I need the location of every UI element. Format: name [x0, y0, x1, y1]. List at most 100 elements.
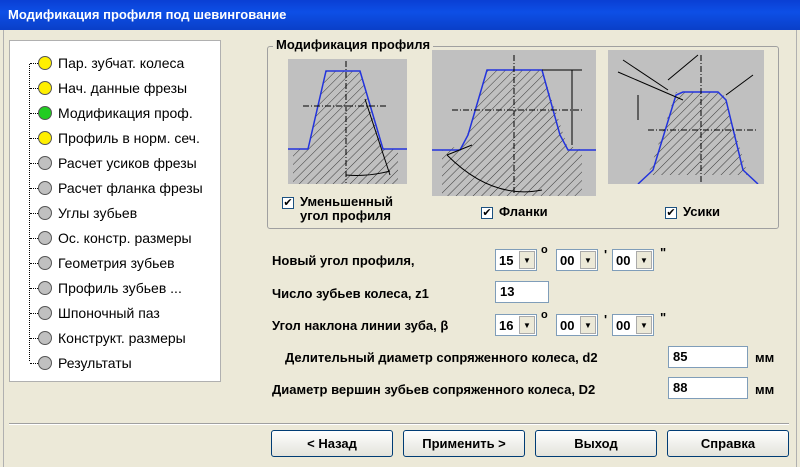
sidebar-item-label: Результаты	[58, 355, 132, 371]
tree-branch-line	[30, 287, 38, 289]
sidebar-item[interactable]: Шпоночный паз	[30, 303, 160, 323]
sidebar-item-label: Ос. констр. размеры	[58, 230, 192, 246]
window-title: Модификация профиля под шевингование	[8, 7, 287, 22]
tree-branch-line	[30, 112, 38, 114]
tree-branch-line	[30, 262, 38, 264]
minute-symbol: '	[604, 312, 608, 327]
group-title: Модификация профиля	[273, 37, 434, 52]
tip-diameter-input[interactable]: 88	[668, 377, 748, 399]
sidebar-item-label: Профиль в норм. сеч.	[58, 130, 200, 146]
status-dot-icon	[38, 81, 52, 95]
footer-separator	[9, 423, 789, 425]
teeth-count-label: Число зубьев колеса, z1	[272, 286, 429, 301]
back-button[interactable]: < Назад	[271, 430, 393, 457]
step-tree: Пар. зубчат. колеса Нач. данные фрезы Моди…	[9, 40, 221, 382]
flanks-diagram	[432, 50, 596, 196]
sidebar-item-label: Профиль зубьев ...	[58, 280, 182, 296]
status-dot-icon	[38, 331, 52, 345]
helix-angle-seconds-select[interactable]: 00 ▼	[612, 314, 654, 336]
sidebar-item[interactable]: Геометрия зубьев	[30, 253, 175, 273]
pitch-diameter-label: Делительный диаметр сопряженного колеса,…	[285, 350, 598, 365]
chevron-down-icon: ▼	[519, 251, 535, 269]
chevron-down-icon: ▼	[580, 251, 596, 269]
sidebar-item-label: Шпоночный паз	[58, 305, 160, 321]
sidebar-item-label: Пар. зубчат. колеса	[58, 55, 185, 71]
checkbox-box: ✔	[665, 207, 677, 219]
sidebar-item[interactable]: Результаты	[30, 353, 132, 373]
checkbox-box: ✔	[282, 197, 294, 209]
tree-branch-line	[30, 212, 38, 214]
chevron-down-icon: ▼	[636, 316, 652, 334]
helix-angle-degrees-select[interactable]: 16 ▼	[495, 314, 537, 336]
help-button[interactable]: Справка	[667, 430, 789, 457]
tree-branch-line	[30, 87, 38, 89]
tree-branch-line	[30, 337, 38, 339]
status-dot-icon	[38, 181, 52, 195]
sidebar-item-label: Нач. данные фрезы	[58, 80, 188, 96]
status-dot-icon	[38, 356, 52, 370]
sidebar-item[interactable]: Углы зубьев	[30, 203, 137, 223]
new-profile-angle-label: Новый угол профиля,	[272, 253, 415, 268]
sidebar-item-label: Модификация проф.	[58, 105, 193, 121]
sidebar-item-label: Конструкт. размеры	[58, 330, 186, 346]
status-dot-icon	[38, 156, 52, 170]
whiskers-label: Усики	[683, 204, 720, 219]
sidebar-item[interactable]: Расчет фланка фрезы	[30, 178, 203, 198]
new-angle-minutes-select[interactable]: 00 ▼	[556, 249, 598, 271]
tree-branch-line	[30, 362, 38, 364]
tree-branch-line	[30, 312, 38, 314]
reduced-angle-checkbox[interactable]: ✔ Уменьшенный угол профиля	[282, 195, 393, 223]
app-window: Модификация профиля под шевингование Пар…	[0, 0, 800, 467]
chevron-down-icon: ▼	[519, 316, 535, 334]
reduced-angle-label-line2: угол профиля	[300, 208, 391, 223]
flanks-label: Фланки	[499, 204, 548, 219]
status-dot-icon	[38, 281, 52, 295]
tree-branch-line	[30, 137, 38, 139]
apply-button[interactable]: Применить >	[403, 430, 525, 457]
degree-symbol: o	[541, 309, 548, 321]
chevron-down-icon: ▼	[636, 251, 652, 269]
sidebar-item[interactable]: Ос. констр. размеры	[30, 228, 192, 248]
sidebar-item[interactable]: Профиль зубьев ...	[30, 278, 182, 298]
new-angle-degrees-select[interactable]: 15 ▼	[495, 249, 537, 271]
sidebar-item-label: Расчет фланка фрезы	[58, 180, 203, 196]
flanks-checkbox[interactable]: ✔ Фланки	[481, 205, 548, 219]
sidebar-item[interactable]: Пар. зубчат. колеса	[30, 53, 184, 73]
sidebar-item[interactable]: Конструкт. размеры	[30, 328, 186, 348]
reduced-angle-label-line1: Уменьшенный	[300, 194, 393, 209]
status-dot-icon	[38, 131, 52, 145]
sidebar-item-label: Геометрия зубьев	[58, 255, 175, 271]
helix-angle-minutes-select[interactable]: 00 ▼	[556, 314, 598, 336]
sidebar-item[interactable]: Профиль в норм. сеч.	[30, 128, 200, 148]
sidebar-item[interactable]: Расчет усиков фрезы	[30, 153, 197, 173]
tree-branch-line	[30, 187, 38, 189]
sidebar-item-label: Углы зубьев	[58, 205, 138, 221]
checkbox-box: ✔	[481, 207, 493, 219]
degree-symbol: o	[541, 244, 548, 256]
status-dot-icon	[38, 206, 52, 220]
exit-button[interactable]: Выход	[535, 430, 657, 457]
second-symbol: "	[660, 245, 667, 260]
sidebar-item-label: Расчет усиков фрезы	[58, 155, 197, 171]
whiskers-diagram	[608, 50, 764, 184]
minute-symbol: '	[604, 247, 608, 262]
tree-branch-line	[30, 62, 38, 64]
sidebar-item[interactable]: Нач. данные фрезы	[30, 78, 187, 98]
tip-diameter-unit: мм	[755, 382, 775, 397]
status-dot-icon	[38, 256, 52, 270]
title-bar: Модификация профиля под шевингование	[0, 0, 800, 30]
chevron-down-icon: ▼	[580, 316, 596, 334]
status-dot-icon	[38, 56, 52, 70]
pitch-diameter-input[interactable]: 85	[668, 346, 748, 368]
teeth-count-input[interactable]: 13	[495, 281, 549, 303]
status-dot-icon	[38, 306, 52, 320]
status-dot-icon	[38, 106, 52, 120]
pitch-diameter-unit: мм	[755, 350, 775, 365]
tree-branch-line	[30, 162, 38, 164]
tip-diameter-label: Диаметр вершин зубьев сопряженного колес…	[272, 382, 596, 397]
whiskers-checkbox[interactable]: ✔ Усики	[665, 205, 720, 219]
sidebar-item[interactable]: Модификация проф.	[30, 103, 193, 123]
status-dot-icon	[38, 231, 52, 245]
tree-branch-line	[30, 237, 38, 239]
new-angle-seconds-select[interactable]: 00 ▼	[612, 249, 654, 271]
